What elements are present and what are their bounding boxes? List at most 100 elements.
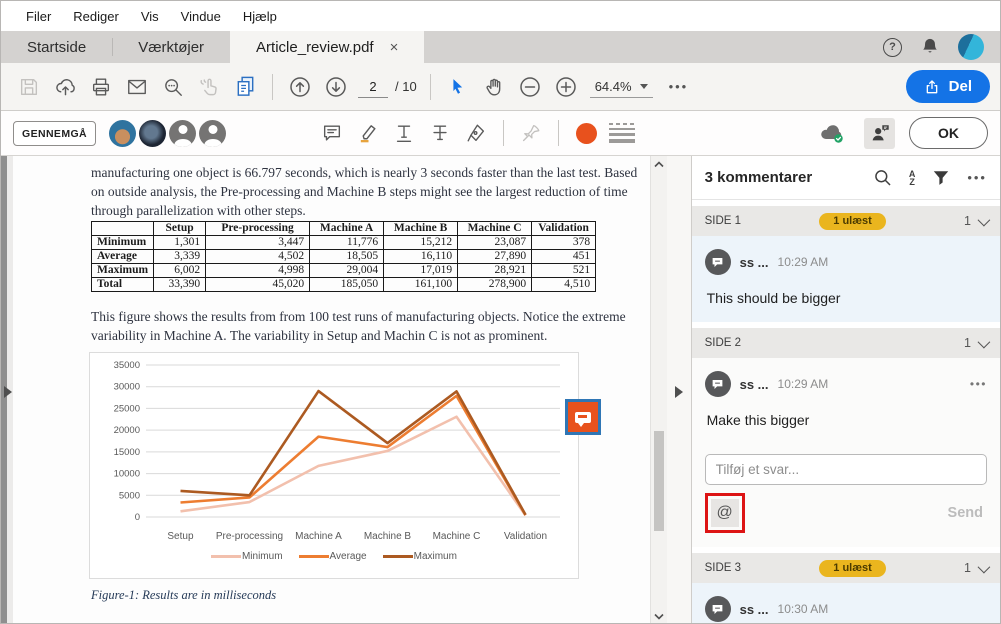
results-line-chart: 35000 30000 25000 20000 15000 10000 5000 0 Setu… bbox=[88, 352, 579, 579]
expand-nav-pane-icon[interactable] bbox=[4, 386, 12, 398]
table-cell: 3,447 bbox=[205, 235, 311, 250]
reviewer-avatar[interactable] bbox=[109, 119, 137, 147]
chevron-down-icon[interactable] bbox=[977, 335, 991, 348]
table-row: Minimum 1,301 3,447 11,776 15,212 23,087 378 bbox=[90, 235, 597, 250]
toolbar-separator bbox=[503, 120, 505, 146]
sticky-note-tool-button[interactable] bbox=[314, 115, 350, 151]
comment-card-2[interactable]: ss ... 10:29 AM ••• Make this bigger @ S… bbox=[691, 358, 1000, 547]
table-cell: 378 bbox=[531, 235, 597, 250]
sort-letter-z: Z bbox=[909, 176, 915, 187]
next-page-button[interactable] bbox=[318, 69, 354, 105]
toolbar-overflow-button[interactable]: ••• bbox=[659, 79, 699, 94]
search-comments-icon[interactable] bbox=[873, 168, 892, 187]
close-tab-icon[interactable]: × bbox=[390, 40, 399, 55]
reviewer-avatar[interactable] bbox=[169, 119, 197, 147]
zoom-out-button[interactable] bbox=[512, 69, 548, 105]
email-button[interactable] bbox=[119, 69, 155, 105]
add-text-tool-button[interactable] bbox=[386, 115, 422, 151]
touch-mode-button[interactable] bbox=[191, 69, 227, 105]
chart-legend: Minimum Average Maximum bbox=[100, 551, 568, 562]
scrollbar-thumb[interactable] bbox=[653, 431, 664, 531]
reviewer-avatar[interactable] bbox=[199, 119, 227, 147]
draw-tool-button[interactable] bbox=[458, 115, 494, 151]
document-scrollbar[interactable] bbox=[649, 156, 667, 623]
share-button[interactable]: Del bbox=[905, 70, 990, 103]
chevron-down-icon[interactable] bbox=[977, 560, 991, 573]
menu-vis[interactable]: Vis bbox=[130, 5, 170, 28]
comments-panel-toggle-button[interactable] bbox=[864, 117, 895, 149]
main-toolbar: / 10 64.4% ••• Del bbox=[1, 63, 1000, 111]
zoom-in-button[interactable] bbox=[548, 69, 584, 105]
chevron-down-icon bbox=[639, 83, 648, 89]
comments-header-icons: A Z ••• bbox=[873, 168, 987, 187]
bell-icon[interactable] bbox=[919, 36, 941, 58]
table-cell: Minimum bbox=[90, 235, 155, 250]
comment-options-icon[interactable]: ••• bbox=[970, 377, 987, 391]
account-avatar[interactable] bbox=[958, 34, 984, 60]
copy-pages-button[interactable] bbox=[227, 69, 263, 105]
table-cell: 278,900 bbox=[457, 277, 533, 292]
upload-cloud-button[interactable] bbox=[47, 69, 83, 105]
comment-card-1[interactable]: ss ... 10:29 AM This should be bigger bbox=[691, 236, 1000, 322]
zoom-level-control[interactable]: 64.4% bbox=[589, 76, 653, 98]
print-button[interactable] bbox=[83, 69, 119, 105]
mention-button[interactable]: @ bbox=[710, 499, 739, 527]
hand-tool-button[interactable] bbox=[476, 69, 512, 105]
scroll-up-icon[interactable] bbox=[651, 161, 667, 168]
send-reply-button[interactable]: Send bbox=[948, 505, 987, 521]
legend-swatch bbox=[382, 554, 413, 559]
reviewer-avatar[interactable] bbox=[139, 119, 167, 147]
highlight-tool-button[interactable] bbox=[350, 115, 386, 151]
collapse-comments-panel-icon[interactable] bbox=[674, 386, 683, 398]
help-icon[interactable]: ? bbox=[883, 37, 902, 57]
comment-timestamp: 10:29 AM bbox=[777, 377, 829, 391]
page-section-header-1[interactable]: SIDE 1 1 ulæst 1 bbox=[691, 206, 1000, 236]
menu-rediger[interactable]: Rediger bbox=[62, 5, 130, 28]
filter-icon[interactable] bbox=[932, 169, 950, 187]
menu-hjaelp[interactable]: Hjælp bbox=[232, 5, 288, 28]
tab-vaerktojer[interactable]: Værktøjer bbox=[112, 31, 230, 63]
page-section-header-2[interactable]: SIDE 2 1 bbox=[691, 328, 1000, 358]
comment-annotation-marker[interactable] bbox=[564, 399, 601, 435]
strikethrough-tool-button[interactable] bbox=[422, 115, 458, 151]
scroll-down-icon[interactable] bbox=[651, 613, 667, 620]
legend-swatch bbox=[298, 554, 329, 559]
save-button[interactable] bbox=[11, 69, 47, 105]
x-axis-label: Setup bbox=[167, 531, 194, 542]
menu-vindue[interactable]: Vindue bbox=[170, 5, 232, 28]
line-thickness-icon bbox=[609, 123, 636, 143]
x-axis-label: Pre-processing bbox=[215, 531, 284, 542]
comments-overflow-icon[interactable]: ••• bbox=[967, 170, 987, 185]
comment-card-3[interactable]: ss ... 10:30 AM More examples bbox=[691, 583, 1000, 623]
pin-tool-button[interactable] bbox=[513, 115, 549, 151]
reply-input[interactable] bbox=[704, 454, 987, 485]
reviewer-avatars bbox=[109, 119, 227, 147]
section-label: SIDE 1 bbox=[704, 215, 742, 227]
y-axis-tick-label: 25000 bbox=[114, 403, 140, 414]
search-button[interactable] bbox=[155, 69, 191, 105]
document-page[interactable]: manufacturing one object is 66.797 secon… bbox=[12, 156, 650, 623]
table-cell: Total bbox=[90, 277, 155, 292]
page-number-input[interactable] bbox=[358, 75, 388, 98]
previous-page-button[interactable] bbox=[282, 69, 318, 105]
zoom-in-icon bbox=[555, 76, 576, 97]
table-header-cell: Pre-processing bbox=[205, 221, 311, 236]
cloud-sync-button[interactable] bbox=[814, 115, 850, 151]
table-cell: 28,921 bbox=[457, 263, 533, 278]
touch-gesture-icon bbox=[199, 78, 217, 96]
review-mode-badge[interactable]: GENNEMGÅ bbox=[13, 120, 97, 146]
page-section-header-3[interactable]: SIDE 3 1 ulæst 1 bbox=[691, 553, 1000, 583]
ok-button[interactable]: OK bbox=[909, 117, 988, 149]
line-thickness-button[interactable] bbox=[604, 115, 640, 151]
color-picker-button[interactable] bbox=[568, 115, 604, 151]
series-line-minimum bbox=[180, 415, 527, 517]
share-icon bbox=[926, 79, 937, 93]
comments-panel: 3 kommentarer A Z ••• SIDE 1 1 ulæst 1 s… bbox=[690, 156, 1000, 623]
tab-startside[interactable]: Startside bbox=[1, 31, 112, 63]
email-icon bbox=[128, 79, 146, 94]
chevron-down-icon[interactable] bbox=[977, 213, 991, 226]
tab-document[interactable]: Article_review.pdf × bbox=[230, 31, 425, 63]
select-tool-button[interactable] bbox=[440, 69, 476, 105]
menu-filer[interactable]: Filer bbox=[15, 5, 62, 28]
sort-comments-icon[interactable]: A Z bbox=[909, 169, 916, 187]
